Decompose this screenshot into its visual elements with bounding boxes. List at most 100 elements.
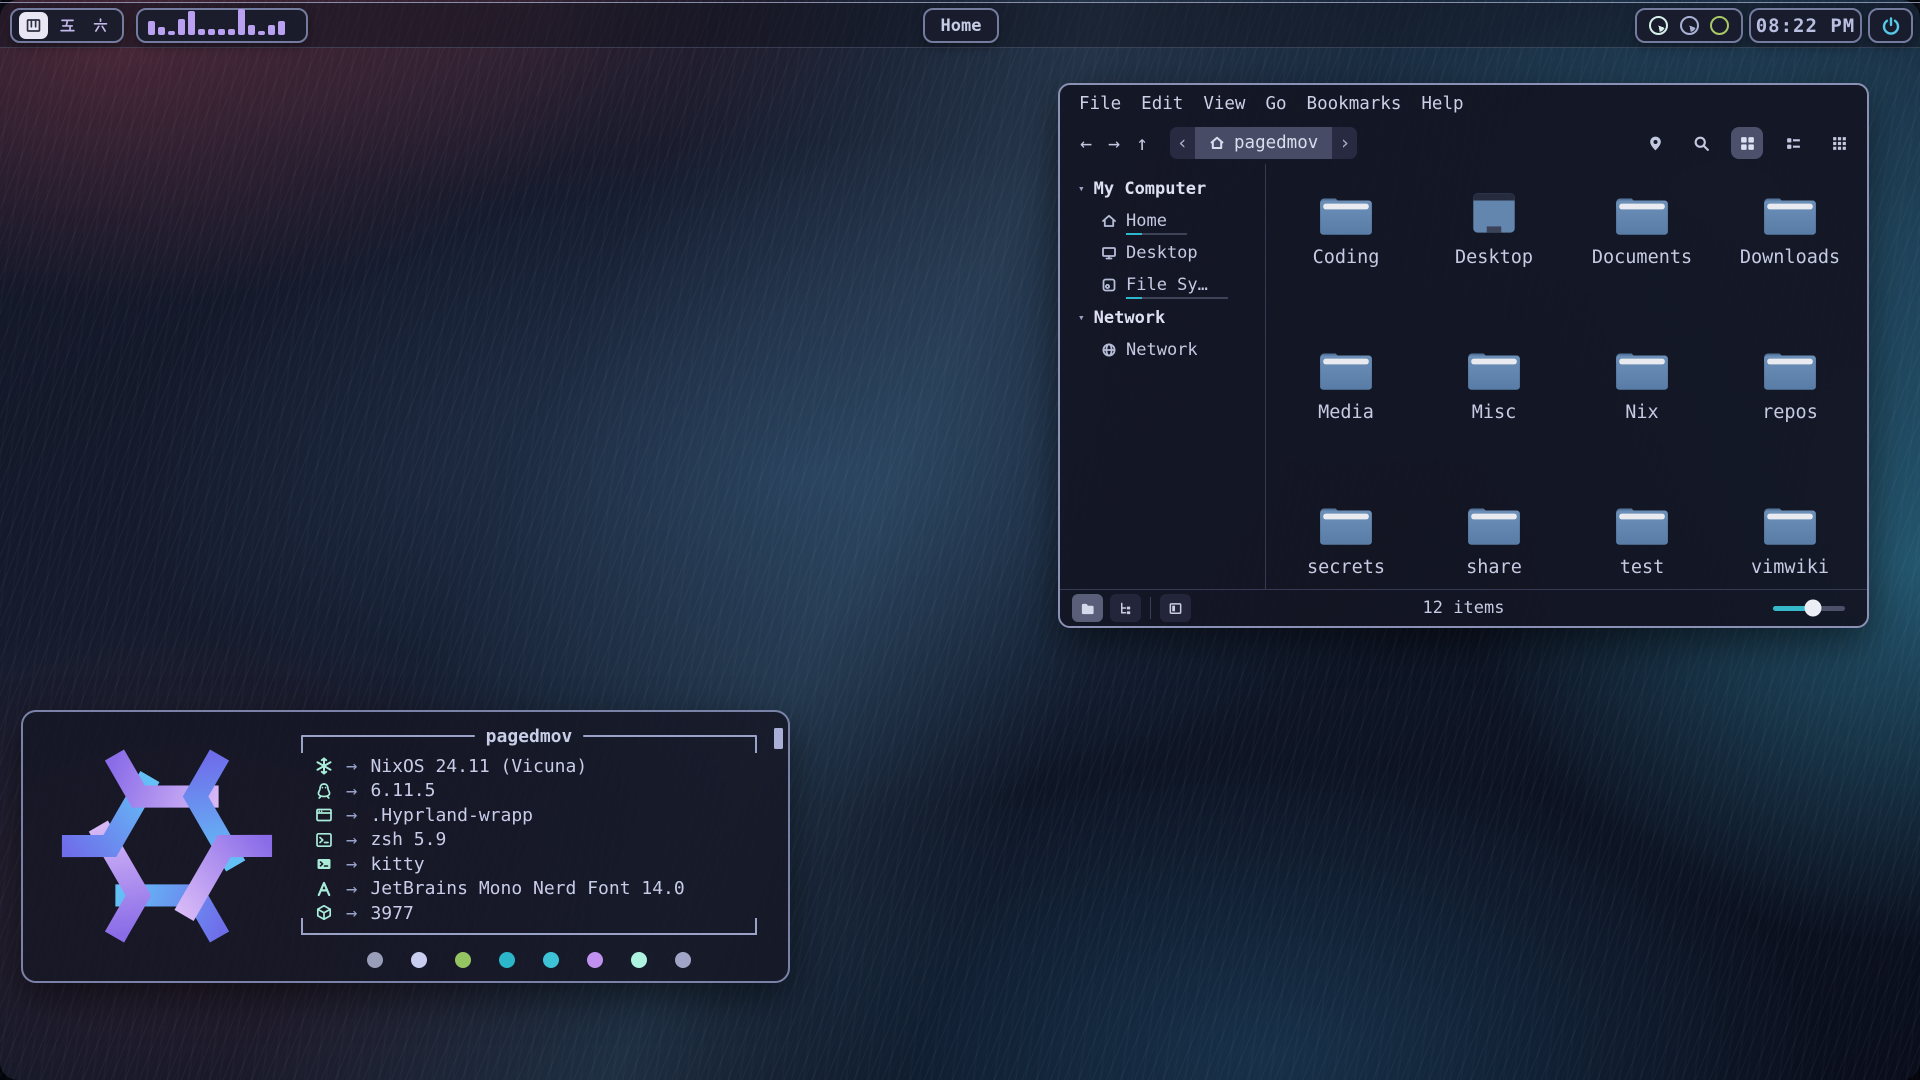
folder-icon [1465, 345, 1523, 393]
terminal-cursor [774, 728, 783, 749]
menu-item[interactable]: Edit [1131, 94, 1193, 114]
desktop-screen: Home 08:22 PM FileEditViewGoBookmarksHel… [0, 0, 1920, 1080]
indicator-ring-2[interactable] [1680, 16, 1699, 35]
visualizer-bar [198, 29, 205, 35]
search-button[interactable] [1685, 127, 1717, 159]
fastfetch-box: pagedmov → NixOS 24.11 (Vicuna) → 6.11.5 [301, 726, 757, 935]
grid-view-icon [1739, 135, 1756, 152]
active-window-pill[interactable]: Home [923, 8, 999, 43]
folder-tile[interactable]: Downloads [1716, 190, 1864, 345]
window-body: ▾ My Computer Home Desktop File Sy… ▾ [1060, 164, 1867, 589]
up-button[interactable]: ↑ [1128, 131, 1156, 155]
tree-view-button[interactable] [1110, 594, 1141, 622]
folder-tile[interactable]: Media [1272, 345, 1420, 500]
fetch-row-os: → NixOS 24.11 (Vicuna) [314, 754, 757, 779]
show-files-button[interactable] [1072, 594, 1103, 622]
sidebar-section-network[interactable]: ▾ Network [1078, 301, 1265, 334]
globe-icon [1101, 342, 1117, 358]
compact-view-icon [1831, 135, 1848, 152]
folder-icon [1761, 190, 1819, 238]
zoom-slider[interactable] [1773, 606, 1845, 611]
folder-name: Documents [1592, 247, 1692, 268]
visualizer-bar [218, 29, 225, 35]
home-icon [1209, 135, 1225, 151]
location-pin-button[interactable] [1639, 127, 1671, 159]
folder-icon [1317, 190, 1375, 238]
forward-button[interactable]: → [1100, 131, 1128, 155]
hostname-title: pagedmov [484, 726, 575, 747]
status-bar: 12 items [1060, 589, 1867, 626]
folder-name: test [1620, 557, 1665, 578]
workspace-button-2[interactable] [53, 12, 82, 39]
os-value: NixOS 24.11 (Vicuna) [370, 756, 587, 777]
desktop-icon [1101, 245, 1117, 261]
sidebar-item-home[interactable]: Home [1078, 205, 1265, 237]
palette-dot [543, 952, 559, 968]
visualizer-bar [248, 25, 255, 35]
workspace-button-3[interactable] [86, 12, 115, 39]
breadcrumb-next-button[interactable]: › [1332, 127, 1357, 159]
toolbar-right-icons [1639, 127, 1855, 159]
back-button[interactable]: ← [1072, 131, 1100, 155]
fastfetch-box-bottom-border [301, 933, 757, 935]
palette-dot [587, 952, 603, 968]
terminal-color-palette [301, 952, 757, 968]
folder-tile[interactable]: Coding [1272, 190, 1420, 345]
menu-item[interactable]: Bookmarks [1297, 94, 1412, 114]
folder-name: share [1466, 557, 1522, 578]
palette-dot [367, 952, 383, 968]
fetch-row-packages: → 3977 [314, 901, 757, 926]
toggle-side-pane-button[interactable] [1160, 594, 1191, 622]
list-view-button[interactable] [1777, 127, 1809, 159]
grid-view-button[interactable] [1731, 127, 1763, 159]
sidebar-item-network[interactable]: Network [1078, 334, 1265, 366]
visualizer-bar [268, 25, 275, 35]
item-count: 12 items [1423, 598, 1505, 618]
compact-view-button[interactable] [1823, 127, 1855, 159]
folder-tile[interactable]: Desktop [1420, 190, 1568, 345]
top-bar: Home 08:22 PM [0, 2, 1920, 48]
fetch-row-wm: → .Hyprland-wrapp [314, 803, 757, 828]
folder-tile[interactable]: repos [1716, 345, 1864, 500]
window-manager-icon [314, 806, 333, 825]
breadcrumb-path: pagedmov [1234, 133, 1318, 153]
folder-icon [1317, 345, 1375, 393]
indicator-ring-3[interactable] [1710, 16, 1729, 35]
folder-grid: Coding Desktop [1266, 164, 1867, 589]
sidebar-item-filesystem[interactable]: File Sy… [1078, 269, 1265, 301]
toolbar: ← → ↑ ‹ pagedmov › [1060, 122, 1867, 164]
workspace-button-1[interactable] [19, 12, 48, 39]
sidebar: ▾ My Computer Home Desktop File Sy… ▾ [1060, 164, 1265, 589]
menu-item[interactable]: Go [1255, 94, 1296, 114]
folder-tile[interactable]: Documents [1568, 190, 1716, 345]
folder-name: Misc [1472, 402, 1517, 423]
menu-item[interactable]: View [1193, 94, 1255, 114]
search-icon [1693, 135, 1710, 152]
visualizer-bar [278, 21, 285, 35]
indicator-ring-1[interactable] [1649, 16, 1668, 35]
visualizer-bar [258, 31, 265, 35]
breadcrumb-prev-button[interactable]: ‹ [1170, 127, 1195, 159]
folder-tile[interactable]: Nix [1568, 345, 1716, 500]
sidebar-section-my-computer[interactable]: ▾ My Computer [1078, 172, 1265, 205]
fetch-row-terminal: → kitty [314, 852, 757, 877]
breadcrumb-current[interactable]: pagedmov [1195, 127, 1332, 159]
visualizer-bar [208, 29, 215, 35]
drive-icon [1101, 277, 1117, 293]
tree-icon [1118, 601, 1133, 616]
cjk-six-glyph-icon [92, 17, 109, 34]
menu-item[interactable]: Help [1411, 94, 1473, 114]
packages-value: 3977 [370, 903, 413, 924]
nixos-logo [53, 740, 281, 952]
palette-dot [675, 952, 691, 968]
folder-name: secrets [1307, 557, 1385, 578]
folder-tile[interactable]: Misc [1420, 345, 1568, 500]
power-button[interactable] [1868, 8, 1913, 43]
visualizer-bar [228, 29, 235, 35]
zoom-slider-handle[interactable] [1804, 600, 1821, 617]
audio-visualizer [136, 8, 308, 43]
terminal-window[interactable]: pagedmov → NixOS 24.11 (Vicuna) → 6.11.5 [21, 710, 790, 983]
menu-item[interactable]: File [1069, 94, 1131, 114]
sidebar-item-desktop[interactable]: Desktop [1078, 237, 1265, 269]
visualizer-bar [188, 11, 195, 35]
